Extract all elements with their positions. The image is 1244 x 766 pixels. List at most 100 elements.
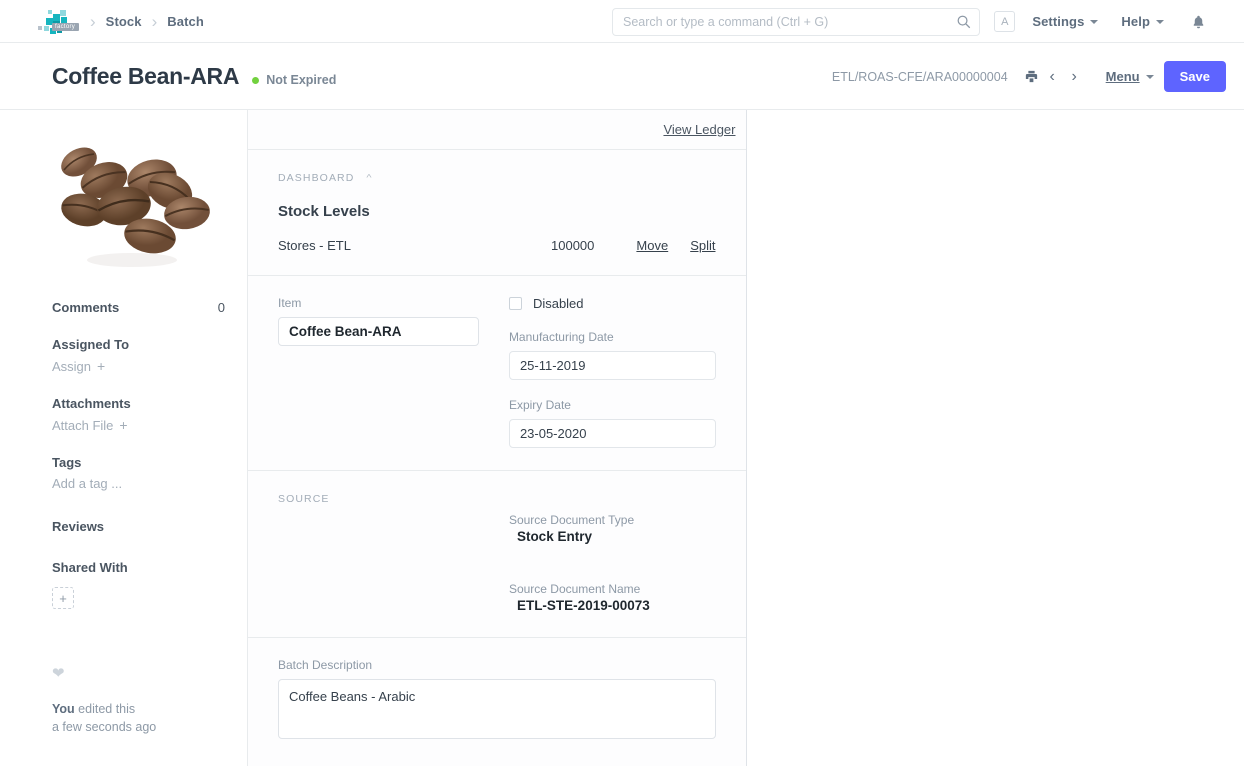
sidebar-shared-with: Shared With + — [52, 560, 247, 609]
chevron-down-icon — [1090, 19, 1099, 24]
page-body: Comments 0 Assigned To Assign + Attachme… — [0, 110, 1244, 766]
table-row: Stores - ETL 100000 Move Split — [278, 238, 716, 253]
sidebar: Comments 0 Assigned To Assign + Attachme… — [0, 110, 248, 766]
source-left-column — [278, 513, 509, 613]
manufacturing-date-input[interactable] — [508, 351, 716, 380]
expiry-date-input[interactable] — [508, 419, 716, 448]
stock-levels-title: Stock Levels — [278, 203, 370, 220]
source-right-column: Source Document Type Stock Entry Source … — [509, 513, 716, 613]
main-content: View Ledger DASHBOARD ^ Stock Levels Sto… — [248, 110, 747, 766]
reviews-label: Reviews — [52, 519, 105, 534]
menu-dropdown[interactable]: Menu — [1106, 69, 1154, 84]
tags-label: Tags — [52, 455, 82, 470]
disabled-checkbox[interactable] — [508, 297, 522, 310]
breadcrumb-separator-icon: › — [90, 11, 96, 31]
expiry-date-field: Expiry Date — [508, 398, 716, 448]
print-icon[interactable] — [1024, 69, 1039, 84]
sidebar-comments[interactable]: Comments 0 — [52, 300, 247, 315]
manufacturing-date-label: Manufacturing Date — [508, 330, 614, 344]
status-label: Not Expired — [266, 73, 337, 87]
source-section-label: SOURCE — [278, 493, 330, 505]
chevron-down-icon-3 — [1145, 74, 1154, 79]
stock-quantity: 100000 — [551, 238, 595, 253]
item-input[interactable] — [278, 317, 479, 346]
page-header-actions: ETL/ROAS-CFE/ARA00000004 ‹ › Menu Save — [832, 43, 1226, 110]
source-document-name-field: Source Document Name ETL-STE-2019-00073 — [509, 582, 716, 613]
page-title: Coffee Bean-ARA — [52, 62, 240, 89]
view-ledger-button[interactable]: View Ledger — [663, 122, 735, 137]
assign-label: Assign — [52, 358, 92, 374]
batch-description-input[interactable]: Coffee Beans - Arabic — [278, 679, 716, 739]
document-id: ETL/ROAS-CFE/ARA00000004 — [831, 69, 1008, 84]
dashboard-section: DASHBOARD ^ Stock Levels Stores - ETL 10… — [248, 150, 746, 276]
notifications-bell-icon[interactable] — [1191, 14, 1206, 30]
expiry-date-label: Expiry Date — [508, 398, 571, 412]
brand-breadcrumb-group: factory › Stock › Batch — [0, 7, 204, 35]
edited-by: You — [52, 702, 75, 716]
search-icon[interactable] — [956, 14, 971, 29]
source-document-type-value: Stock Entry — [516, 529, 592, 544]
search-input[interactable] — [612, 8, 980, 36]
comments-label: Comments — [52, 300, 120, 315]
status-badge: Not Expired — [252, 73, 336, 87]
avatar[interactable]: A — [994, 11, 1016, 32]
like-heart-icon[interactable]: ❤ — [52, 664, 247, 682]
description-section: Batch Description Coffee Beans - Arabic — [248, 638, 746, 766]
save-button[interactable]: Save — [1163, 61, 1226, 92]
help-menu[interactable]: Help — [1121, 14, 1182, 29]
warehouse-name: Stores - ETL — [278, 238, 351, 253]
sidebar-reviews[interactable]: Reviews — [52, 519, 247, 534]
details-right-column: Disabled Manufacturing Date Expiry Date — [508, 296, 716, 448]
edited-time: a few seconds ago — [52, 720, 157, 735]
source-document-name-label: Source Document Name — [508, 582, 641, 596]
previous-document-icon[interactable]: ‹ — [1044, 68, 1061, 86]
source-document-name-value[interactable]: ETL-STE-2019-00073 — [509, 598, 716, 613]
breadcrumb-separator-icon-2: › — [151, 11, 158, 31]
attachments-label: Attachments — [52, 396, 131, 411]
add-tag-input[interactable]: Add a tag ... — [52, 476, 247, 491]
menu-label: Menu — [1105, 69, 1140, 84]
breadcrumb-stock[interactable]: Stock — [106, 14, 142, 29]
plus-icon: + — [97, 358, 106, 374]
edited-action: edited this — [78, 702, 136, 716]
page-header: Coffee Bean-ARA Not Expired ETL/ROAS-CFE… — [0, 43, 1244, 110]
split-button[interactable]: Split — [690, 238, 715, 253]
plus-icon-2: + — [119, 417, 128, 433]
ledger-bar: View Ledger — [248, 110, 746, 150]
shared-with-label: Shared With — [52, 560, 128, 575]
chevron-down-icon-2 — [1156, 19, 1164, 24]
add-share-button[interactable]: + — [52, 587, 74, 609]
attach-file-button[interactable]: Attach File + — [52, 417, 247, 433]
chevron-up-icon[interactable]: ^ — [366, 173, 372, 183]
breadcrumb-batch[interactable]: Batch — [167, 14, 204, 29]
global-search — [612, 8, 980, 36]
source-section-header[interactable]: SOURCE — [278, 493, 716, 505]
attach-file-label: Attach File — [52, 417, 114, 433]
app-logo-icon[interactable]: factory — [36, 7, 80, 35]
details-section: Item Disabled Manufacturing Date Expiry … — [248, 276, 746, 471]
disabled-label: Disabled — [532, 296, 584, 311]
item-image[interactable] — [52, 138, 232, 278]
assigned-to-label: Assigned To — [52, 337, 130, 352]
navbar-right-group: A Settings Help — [994, 0, 1206, 43]
dashboard-section-header[interactable]: DASHBOARD ^ — [278, 172, 716, 184]
disabled-checkbox-row[interactable]: Disabled — [508, 296, 716, 311]
last-edited-info: You edited this a few seconds ago — [52, 700, 247, 736]
right-gutter — [746, 110, 1244, 766]
batch-description-field: Batch Description Coffee Beans - Arabic — [278, 658, 716, 744]
next-document-icon[interactable]: › — [1066, 68, 1083, 86]
comments-count: 0 — [217, 300, 225, 315]
settings-label: Settings — [1032, 14, 1085, 29]
assign-button[interactable]: Assign + — [52, 358, 247, 374]
move-button[interactable]: Move — [636, 238, 668, 253]
item-label: Item — [278, 296, 302, 310]
details-left-column: Item — [278, 296, 509, 448]
source-section: SOURCE Source Document Type Stock Entry … — [248, 471, 746, 638]
logo-tag-label: factory — [52, 23, 80, 31]
settings-menu[interactable]: Settings — [1032, 14, 1116, 29]
sidebar-tags: Tags Add a tag ... — [52, 455, 247, 491]
manufacturing-date-field: Manufacturing Date — [508, 330, 716, 380]
help-label: Help — [1121, 14, 1150, 29]
source-document-type-field: Source Document Type Stock Entry — [509, 513, 716, 544]
